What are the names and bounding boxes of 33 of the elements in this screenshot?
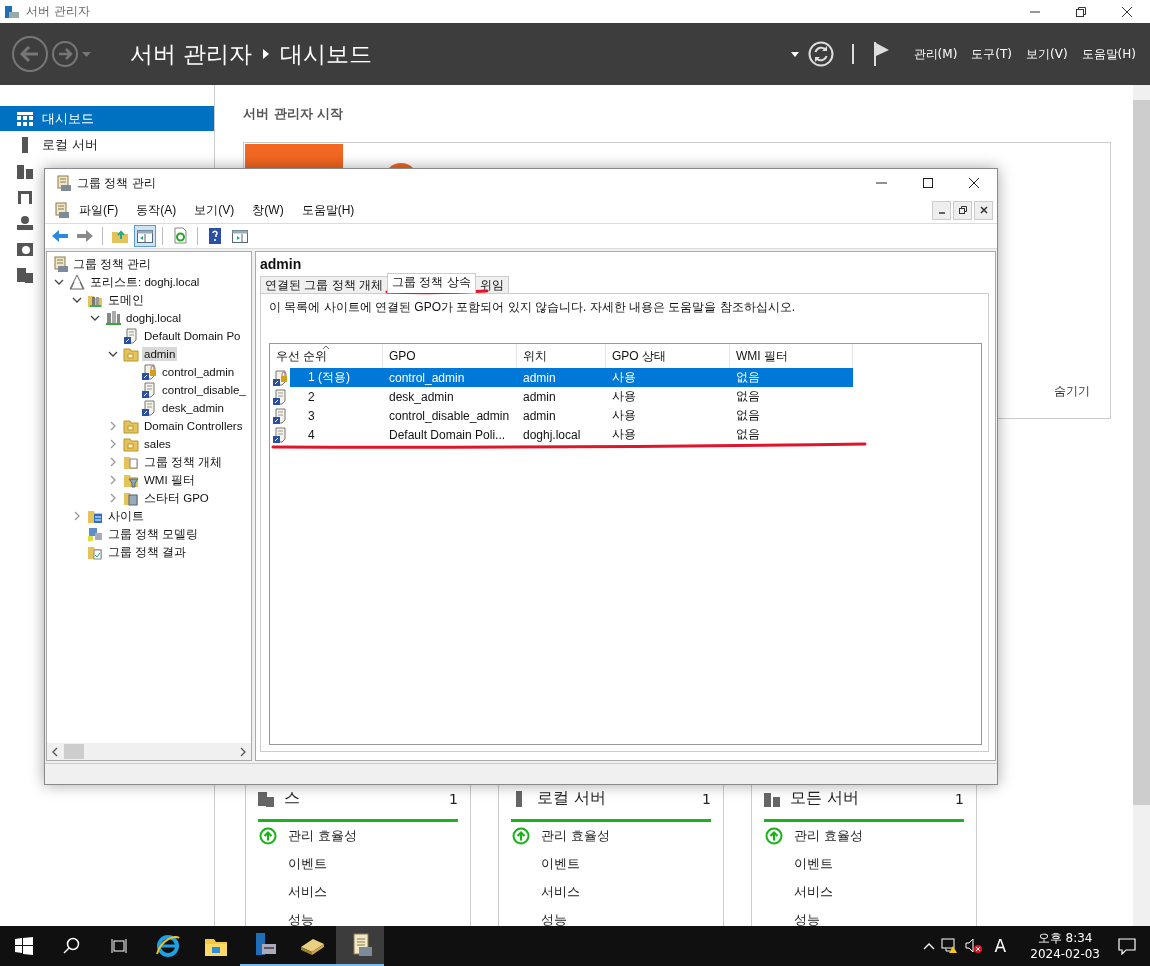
table-cell-text: control_admin	[388, 370, 466, 385]
table-cell-text: 사용	[611, 369, 637, 386]
table-cell-text: 4	[307, 427, 316, 442]
table-cell-text: control_disable_admin	[388, 408, 511, 423]
server-count: 1	[449, 790, 458, 807]
window-title: 그룹 정책 관리	[77, 174, 156, 192]
table-cell-text: 사용	[611, 388, 637, 405]
table-cell-text: 없음	[735, 407, 761, 424]
table-cell-text: admin	[522, 389, 557, 404]
window-title: 서버 관리자	[26, 3, 90, 20]
table-cell-text: 2	[307, 389, 316, 404]
section-heading: 서버 관리자 시작	[243, 105, 345, 123]
server-count: 1	[955, 790, 964, 807]
table-cell-text: 3	[307, 408, 316, 423]
table-cell-text: Default Domain Poli...	[388, 427, 507, 442]
table-cell-text: 사용	[611, 407, 637, 424]
table-cell-text: 없음	[735, 426, 761, 443]
table-cell-text: admin	[522, 370, 557, 385]
clock-date: 2024-02-03	[1030, 946, 1100, 962]
tile-title: 모든 서버	[790, 788, 861, 809]
pane-heading: admin	[260, 256, 303, 273]
tile-title: 스	[284, 788, 301, 809]
table-cell-text: 1 (적용)	[307, 369, 351, 386]
table-cell-text: 없음	[735, 369, 761, 386]
tile-title: 로컬 서버	[537, 788, 608, 809]
table-cell-text: 없음	[735, 388, 761, 405]
table-cell-text: admin	[522, 408, 557, 423]
clock-time: 오후 8:34	[1037, 930, 1093, 946]
table-cell-text: doghj.local	[522, 427, 582, 442]
table-cell-text: 사용	[611, 426, 637, 443]
info-text: 이 목록에 사이트에 연결된 GPO가 포함되어 있지 않습니다. 자세한 내용은 도움말을 참조하십시오.	[269, 299, 796, 316]
table-cell-text: desk_admin	[388, 389, 455, 404]
server-count: 1	[702, 790, 711, 807]
